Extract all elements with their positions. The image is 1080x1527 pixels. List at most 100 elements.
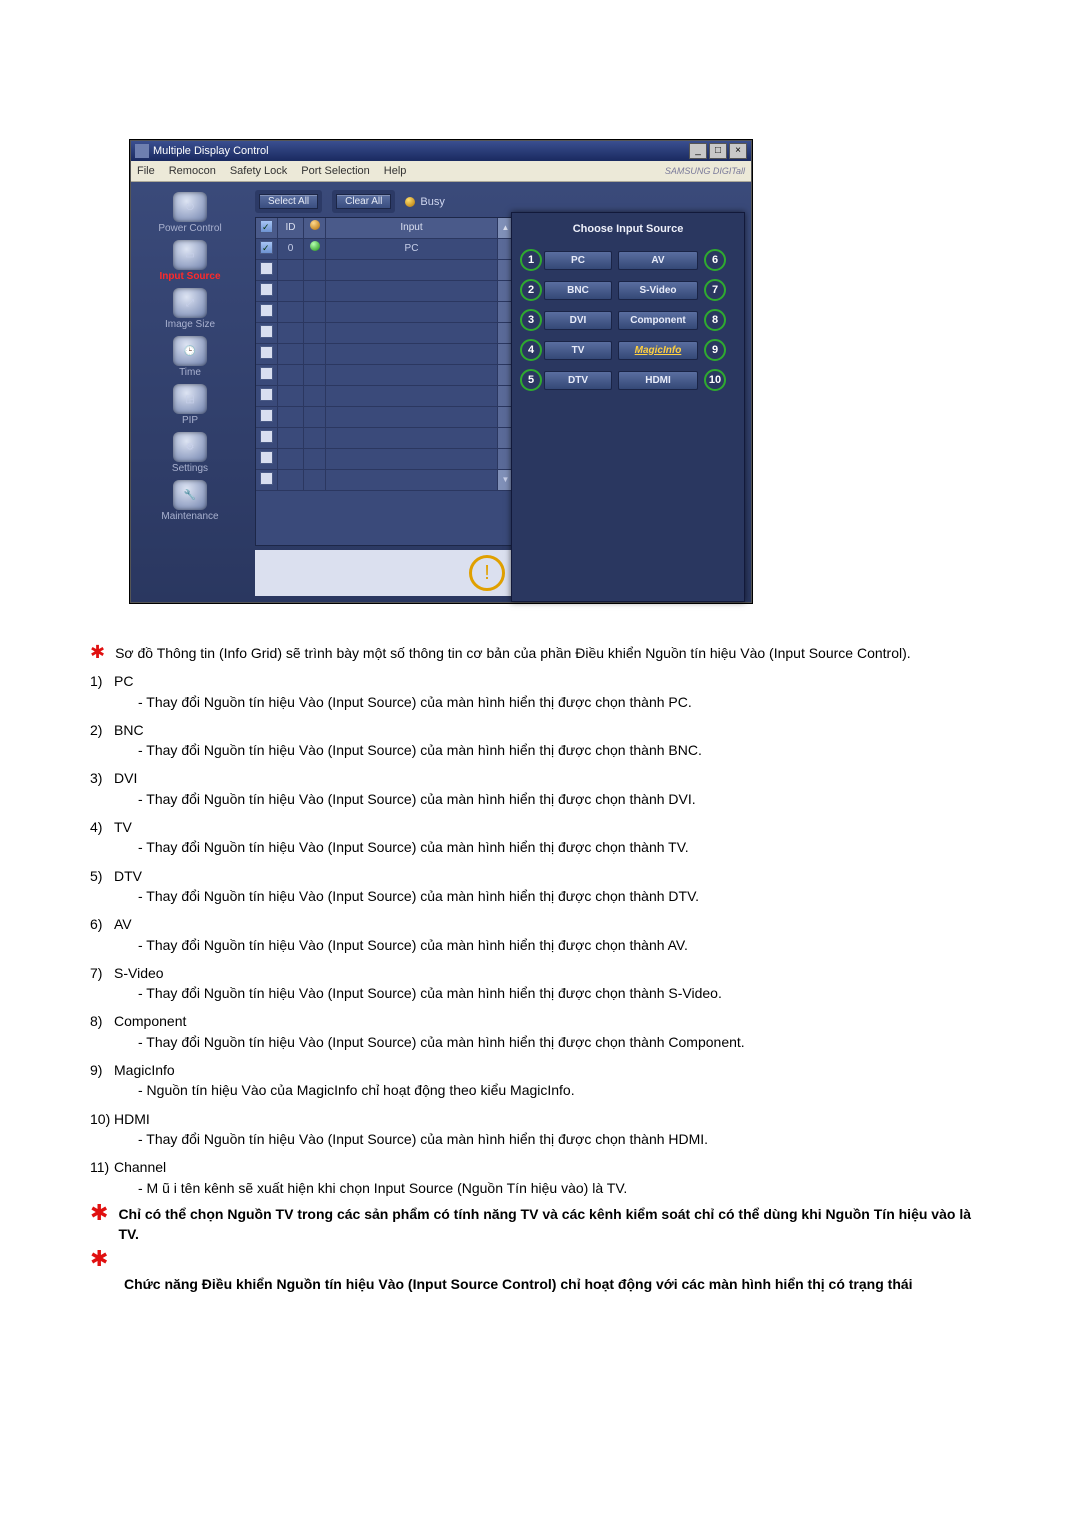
sidebar-item-image-size[interactable]: ⤢ Image Size xyxy=(165,288,215,330)
item-desc: - Thay đổi Nguồn tín hiệu Vào (Input Sou… xyxy=(138,983,990,1003)
sidebar-item-power-control[interactable]: ⏻ Power Control xyxy=(158,192,221,234)
col-input[interactable]: Input xyxy=(326,218,498,239)
row-checkbox[interactable] xyxy=(260,451,273,464)
cell-status xyxy=(304,470,326,491)
item-number: 5) xyxy=(90,866,114,886)
row-checkbox[interactable] xyxy=(260,325,273,338)
row-checkbox[interactable] xyxy=(260,241,273,254)
source-dtv-button[interactable]: DTV xyxy=(544,371,612,390)
table-row[interactable] xyxy=(256,449,514,470)
callout-badge-2: 2 xyxy=(520,279,542,301)
source-av-button[interactable]: AV xyxy=(618,251,698,270)
item-desc: - Thay đổi Nguồn tín hiệu Vào (Input Sou… xyxy=(138,692,990,712)
callout-badge-8: 8 xyxy=(704,309,726,331)
row-checkbox[interactable] xyxy=(260,262,273,275)
maximize-button[interactable]: □ xyxy=(709,143,727,159)
source-pc-button[interactable]: PC xyxy=(544,251,612,270)
close-button[interactable]: × xyxy=(729,143,747,159)
select-all-button[interactable]: Select All xyxy=(259,194,318,209)
col-id[interactable]: ID xyxy=(278,218,304,239)
row-checkbox[interactable] xyxy=(260,346,273,359)
table-row[interactable] xyxy=(256,302,514,323)
item-number: 1) xyxy=(90,671,114,691)
row-checkbox[interactable] xyxy=(260,430,273,443)
cell-id xyxy=(278,344,304,365)
table-row[interactable] xyxy=(256,407,514,428)
table-row[interactable] xyxy=(256,365,514,386)
item-number: 9) xyxy=(90,1060,114,1080)
popup-title: Choose Input Source xyxy=(520,219,736,249)
gear-icon: ⚙ xyxy=(173,432,207,462)
source-tv-button[interactable]: TV xyxy=(544,341,612,360)
sidebar-item-input-source[interactable]: ▭ Input Source xyxy=(159,240,220,282)
row-checkbox[interactable] xyxy=(260,472,273,485)
sidebar-item-label: Power Control xyxy=(158,223,221,234)
row-checkbox[interactable] xyxy=(260,388,273,401)
table-row[interactable]: ▼ xyxy=(256,470,514,491)
menu-file[interactable]: File xyxy=(137,165,155,177)
item-number: 11) xyxy=(90,1157,114,1177)
table-row[interactable] xyxy=(256,281,514,302)
item-number: 6) xyxy=(90,914,114,934)
item-title: TV xyxy=(114,819,132,835)
callout-badge-9: 9 xyxy=(704,339,726,361)
col-status[interactable] xyxy=(304,218,326,239)
item-number: 2) xyxy=(90,720,114,740)
menu-remocon[interactable]: Remocon xyxy=(169,165,216,177)
col-check[interactable] xyxy=(256,218,278,239)
table-row[interactable] xyxy=(256,323,514,344)
row-checkbox[interactable] xyxy=(260,367,273,380)
sidebar-item-time[interactable]: 🕒 Time xyxy=(173,336,207,378)
source-dvi-button[interactable]: DVI xyxy=(544,311,612,330)
star-icon: ✱ xyxy=(90,1250,108,1268)
image-size-icon: ⤢ xyxy=(173,288,207,318)
row-checkbox[interactable] xyxy=(260,283,273,296)
cell-id xyxy=(278,470,304,491)
callout-badge-4: 4 xyxy=(520,339,542,361)
sidebar-item-settings[interactable]: ⚙ Settings xyxy=(172,432,208,474)
callout-badge-1: 1 xyxy=(520,249,542,271)
list-item: 8)Component- Thay đổi Nguồn tín hiệu Vào… xyxy=(114,1011,990,1052)
cell-status xyxy=(304,260,326,281)
menu-safety-lock[interactable]: Safety Lock xyxy=(230,165,287,177)
star-icon: ✱ xyxy=(90,643,105,663)
app-window: Multiple Display Control _ □ × File Remo… xyxy=(130,140,752,603)
source-hdmi-button[interactable]: HDMI xyxy=(618,371,698,390)
cell-id xyxy=(278,302,304,323)
item-desc: - Thay đổi Nguồn tín hiệu Vào (Input Sou… xyxy=(138,740,990,760)
table-row[interactable] xyxy=(256,344,514,365)
item-desc: - M ũ i tên kênh sẽ xuất hiện khi chọn I… xyxy=(138,1178,990,1198)
row-checkbox[interactable] xyxy=(260,304,273,317)
list-item: 9)MagicInfo- Nguồn tín hiệu Vào của Magi… xyxy=(114,1060,990,1101)
cell-input xyxy=(326,386,498,407)
item-title: HDMI xyxy=(114,1111,150,1127)
sidebar-item-pip[interactable]: ◲ PIP xyxy=(173,384,207,426)
item-number: 8) xyxy=(90,1011,114,1031)
item-title: AV xyxy=(114,916,132,932)
clear-all-button[interactable]: Clear All xyxy=(336,194,391,209)
cell-input: PC xyxy=(326,239,498,260)
sidebar-item-maintenance[interactable]: 🔧 Maintenance xyxy=(161,480,218,522)
app-icon xyxy=(135,144,149,158)
sidebar-item-label: Time xyxy=(179,367,201,378)
list-item: 1)PC- Thay đổi Nguồn tín hiệu Vào (Input… xyxy=(114,671,990,712)
minimize-button[interactable]: _ xyxy=(689,143,707,159)
row-checkbox[interactable] xyxy=(260,409,273,422)
cell-status xyxy=(304,344,326,365)
cell-input xyxy=(326,365,498,386)
cell-status xyxy=(304,449,326,470)
source-magicinfo-button[interactable]: MagicInfo xyxy=(618,341,698,360)
warning-2: Chức năng Điều khiển Nguồn tín hiệu Vào … xyxy=(124,1274,990,1294)
source-bnc-button[interactable]: BNC xyxy=(544,281,612,300)
menu-port-selection[interactable]: Port Selection xyxy=(301,165,369,177)
table-row[interactable] xyxy=(256,428,514,449)
item-title: BNC xyxy=(114,722,144,738)
table-row[interactable] xyxy=(256,386,514,407)
cell-id xyxy=(278,281,304,302)
cell-status xyxy=(304,281,326,302)
source-s-video-button[interactable]: S-Video xyxy=(618,281,698,300)
menu-help[interactable]: Help xyxy=(384,165,407,177)
source-component-button[interactable]: Component xyxy=(618,311,698,330)
table-row[interactable]: 0PC xyxy=(256,239,514,260)
table-row[interactable] xyxy=(256,260,514,281)
